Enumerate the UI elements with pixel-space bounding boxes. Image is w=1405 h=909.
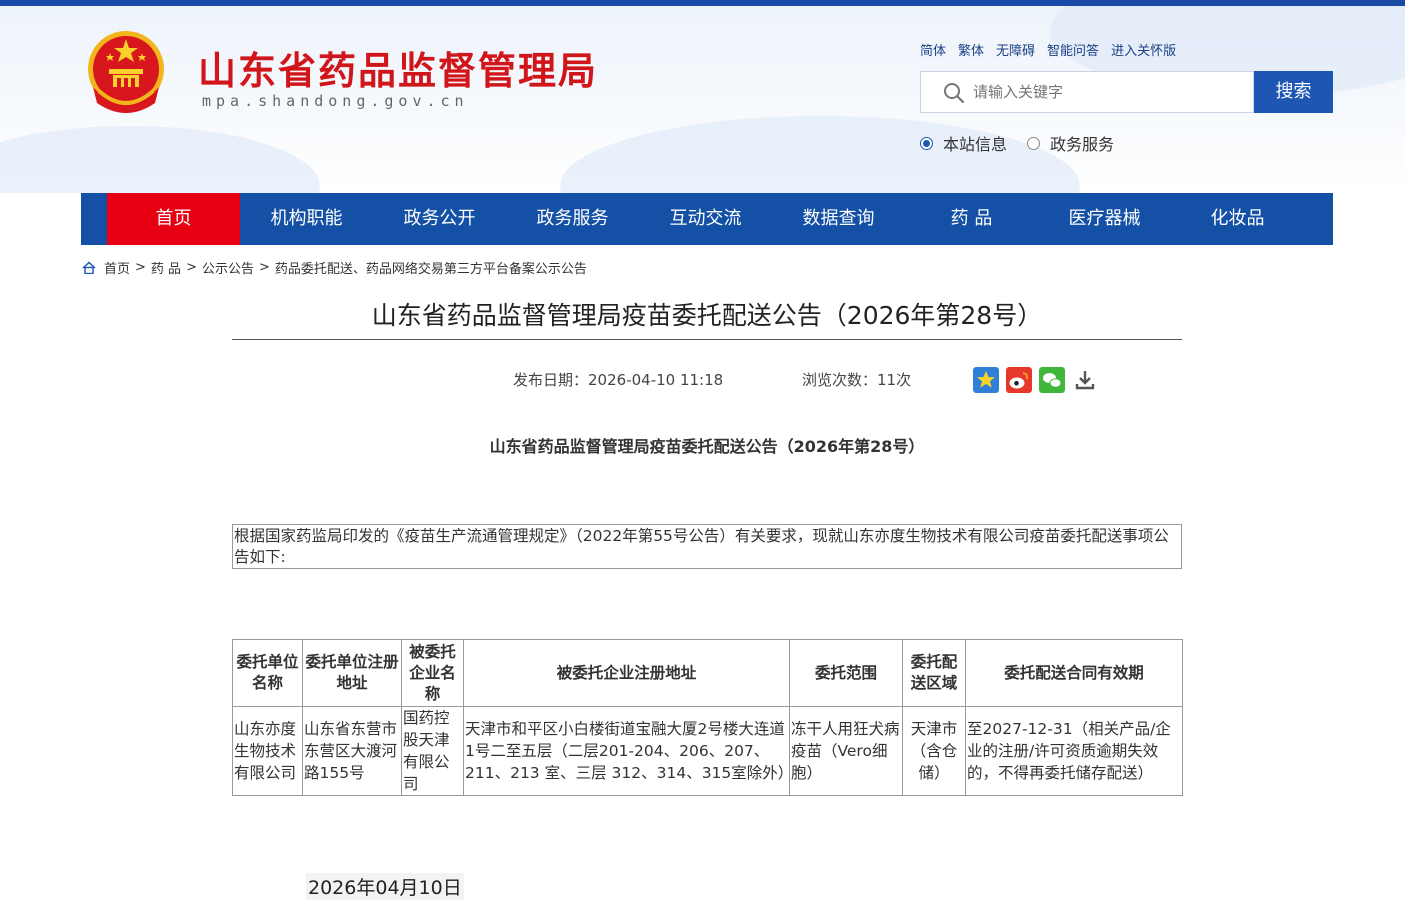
breadcrumb-separator: > — [135, 260, 146, 275]
search-scope: 本站信息 政务服务 — [920, 131, 1134, 155]
scope-site-info-label: 本站信息 — [943, 135, 1008, 154]
breadcrumb-separator: > — [258, 260, 270, 275]
site-title[interactable]: 山东省药品监督管理局 — [198, 40, 598, 95]
breadcrumb-current[interactable]: 药品委托配送、药品网络交易第三方平台备案公示公告 — [275, 258, 587, 277]
link-simplified[interactable]: 简体 — [920, 40, 946, 59]
nav-gov-affairs[interactable]: 政务公开 — [373, 193, 506, 245]
breadcrumb-notices[interactable]: 公示公告 — [202, 258, 254, 277]
link-traditional[interactable]: 繁体 — [958, 40, 984, 59]
table-row: 山东亦度生物技术有限公司 山东省东营市东营区大渡河路155号 国药控股天津有限公… — [232, 706, 1183, 796]
site-domain: mpa.shandong.gov.cn — [202, 92, 469, 110]
nav-home[interactable]: 首页 — [107, 193, 240, 245]
link-accessibility[interactable]: 无障碍 — [996, 40, 1035, 59]
intro-paragraph: 根据国家药监局印发的《疫苗生产流通管理规定》（2022年第55号公告）有关要求，… — [232, 524, 1182, 569]
search-button[interactable]: 搜索 — [1254, 71, 1333, 113]
breadcrumb-drugs[interactable]: 药 品 — [151, 258, 181, 277]
table-header-row: 委托单位名称 委托单位注册地址 被委托企业名称 被委托企业注册地址 委托范围 委… — [232, 639, 1183, 707]
nav-organization[interactable]: 机构职能 — [240, 193, 373, 245]
publish-date-label: 发布日期： — [513, 371, 589, 389]
nav-data-query[interactable]: 数据查询 — [772, 193, 905, 245]
col-header-region: 委托配送区域 — [902, 639, 966, 707]
col-header-entrusted-company: 被委托企业名称 — [401, 639, 464, 707]
publish-date: 发布日期：2026-04-10 11:18 — [513, 369, 723, 390]
share-bar — [973, 367, 1098, 393]
breadcrumb-home[interactable]: 首页 — [104, 258, 130, 277]
breadcrumb-separator: > — [186, 260, 197, 275]
cell-validity: 至2027-12-31（相关产品/企业的注册/许可资质逾期失效的，不得再委托储存… — [965, 706, 1183, 796]
nav-drugs[interactable]: 药 品 — [905, 193, 1038, 245]
main-nav: 首页 机构职能 政务公开 政务服务 互动交流 数据查询 药 品 医疗器械 化妆品 — [81, 193, 1333, 245]
link-elder-mode[interactable]: 进入关怀版 — [1111, 40, 1176, 59]
notice-table: 委托单位名称 委托单位注册地址 被委托企业名称 被委托企业注册地址 委托范围 委… — [232, 639, 1183, 796]
search-box — [920, 71, 1254, 113]
home-icon — [82, 261, 96, 274]
link-smart-qa[interactable]: 智能问答 — [1047, 40, 1099, 59]
header-cloud-decoration — [0, 126, 320, 193]
nav-medical-devices[interactable]: 医疗器械 — [1038, 193, 1171, 245]
search-icon — [944, 83, 965, 104]
publish-date-value: 2026-04-10 11:18 — [588, 371, 724, 389]
radio-selected-icon[interactable] — [920, 136, 933, 150]
page-title: 山东省药品监督管理局疫苗委托配送公告（2026年第28号） — [371, 301, 1043, 330]
cell-entrusting-address: 山东省东营市东营区大渡河路155号 — [302, 706, 402, 796]
cell-entrusted-address: 天津市和平区小白楼街道宝融大厦2号楼大连道1号二至五层（二层201-204、20… — [463, 706, 790, 796]
article-subtitle: 山东省药品监督管理局疫苗委托配送公告（2026年第28号） — [489, 437, 925, 456]
view-count: 浏览次数：11次 — [802, 369, 911, 390]
scope-gov-service[interactable]: 政务服务 — [1027, 131, 1114, 155]
nav-interaction[interactable]: 互动交流 — [639, 193, 772, 245]
cell-region: 天津市（含仓储） — [902, 706, 966, 796]
cell-entrusting-unit: 山东亦度生物技术有限公司 — [232, 706, 303, 796]
col-header-entrusting-address: 委托单位注册地址 — [302, 639, 402, 707]
top-links: 简体 繁体 无障碍 智能问答 进入关怀版 — [920, 40, 1176, 59]
wechat-icon[interactable] — [1039, 367, 1065, 393]
title-divider — [232, 339, 1182, 340]
breadcrumb: 首页 > 药 品 > 公示公告 > 药品委托配送、药品网络交易第三方平台备案公示公告 — [82, 258, 587, 277]
col-header-entrusting-unit: 委托单位名称 — [232, 639, 303, 707]
favorite-icon[interactable] — [973, 367, 999, 393]
nav-gov-service[interactable]: 政务服务 — [506, 193, 639, 245]
download-icon[interactable] — [1072, 367, 1098, 393]
cell-scope: 冻干人用狂犬病疫苗（Vero细胞） — [789, 706, 903, 796]
search-input[interactable] — [973, 80, 1243, 104]
signature-date: 2026年04月10日 — [306, 873, 464, 900]
scope-gov-service-label: 政务服务 — [1050, 135, 1115, 154]
col-header-scope: 委托范围 — [789, 639, 903, 707]
radio-unselected-icon[interactable] — [1027, 136, 1041, 150]
national-emblem-logo — [88, 31, 164, 113]
view-count-label: 浏览次数： — [802, 371, 878, 389]
cell-entrusted-company: 国药控股天津有限公司 — [401, 706, 464, 796]
col-header-entrusted-address: 被委托企业注册地址 — [463, 639, 790, 707]
col-header-validity: 委托配送合同有效期 — [965, 639, 1183, 707]
view-count-value: 11次 — [877, 371, 912, 389]
scope-site-info[interactable]: 本站信息 — [920, 131, 1007, 155]
weibo-icon[interactable] — [1006, 367, 1032, 393]
nav-cosmetics[interactable]: 化妆品 — [1171, 193, 1304, 245]
